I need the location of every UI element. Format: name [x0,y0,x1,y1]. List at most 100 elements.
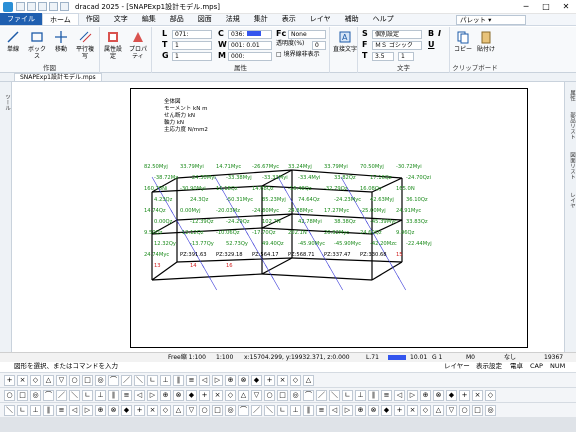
tool-icon[interactable]: ▽ [446,404,457,416]
tool-icon[interactable]: ＼ [134,374,145,386]
tool-icon[interactable]: × [17,374,28,386]
tab-law[interactable]: 法規 [219,13,247,25]
mark-field[interactable]: 000: [228,52,272,61]
status-width[interactable]: 10.01 [410,353,427,362]
tool-icon[interactable]: ⊕ [420,389,431,401]
left-panel-tab[interactable]: ツール [3,94,11,111]
underline-icon[interactable]: U [428,40,435,49]
tool-icon[interactable]: ◇ [225,389,236,401]
tab-help[interactable]: ヘルプ [366,13,401,25]
tool-icon[interactable]: ⌒ [238,404,249,416]
tool-icon[interactable]: ⊗ [173,389,184,401]
tool-icon[interactable]: ∥ [108,389,119,401]
tool-icon[interactable]: ∥ [173,374,184,386]
tab-layer[interactable]: レイヤ [303,13,338,25]
tool-icon[interactable]: ▷ [407,389,418,401]
tool-icon[interactable]: ⊗ [433,389,444,401]
tool-icon[interactable]: ⊥ [290,404,301,416]
tool-icon[interactable]: ⊗ [238,374,249,386]
tool-icon[interactable]: ◆ [381,404,392,416]
tab-file[interactable]: ファイル [0,13,42,25]
tool-icon[interactable]: ≡ [381,389,392,401]
undo-icon[interactable] [49,2,58,11]
color-field[interactable]: 036: [228,30,272,39]
status-group[interactable]: G 1 [432,353,442,362]
tool-icon[interactable]: ◎ [225,404,236,416]
tool-icon[interactable]: + [4,374,15,386]
boundary-checkbox[interactable]: □ 境界線非表示 [276,51,320,59]
tab-edit[interactable]: 編集 [135,13,163,25]
fill-field[interactable]: None [288,30,326,39]
tool-icon[interactable]: ∟ [147,374,158,386]
tool-icon[interactable]: □ [82,374,93,386]
tool-icon[interactable]: ＼ [329,389,340,401]
tool-icon[interactable]: ◁ [69,404,80,416]
bold-icon[interactable]: B [428,29,434,38]
tab-view[interactable]: 表示 [275,13,303,25]
tool-icon[interactable]: ◇ [485,389,496,401]
tool-icon[interactable]: △ [173,404,184,416]
tab-draw[interactable]: 作図 [79,13,107,25]
tool-icon[interactable]: ◆ [121,404,132,416]
save-icon[interactable] [38,2,47,11]
tab-assist[interactable]: 補助 [338,13,366,25]
new-icon[interactable] [16,2,25,11]
property-button[interactable]: プロパティ [127,30,149,60]
tool-icon[interactable]: ≡ [316,404,327,416]
frame-member[interactable] [176,257,293,263]
tool-icon[interactable]: ∥ [303,404,314,416]
tool-icon[interactable]: ⊥ [355,389,366,401]
box-button[interactable]: ボックス [26,30,48,60]
width-field[interactable]: 001: 0.01 [228,41,272,50]
tool-icon[interactable]: ○ [459,404,470,416]
tool-icon[interactable]: ⊥ [160,374,171,386]
tool-icon[interactable]: ○ [264,389,275,401]
redo-icon[interactable] [60,2,69,11]
status-line[interactable]: L.71 [366,353,379,362]
tool-icon[interactable]: × [277,374,288,386]
tool-icon[interactable]: ◎ [485,404,496,416]
attr-setting-button[interactable]: 属性設定 [102,30,124,60]
tool-icon[interactable]: ◆ [446,389,457,401]
tool-icon[interactable]: △ [303,374,314,386]
text-style-field[interactable]: 個別設定 [372,30,422,39]
tool-icon[interactable]: □ [472,404,483,416]
tool-icon[interactable]: ⌒ [43,389,54,401]
paste-button[interactable]: 貼付け [475,30,497,53]
italic-icon[interactable]: I [438,29,441,38]
msg-display-setting[interactable]: 表示設定 [476,362,502,371]
tool-icon[interactable]: ◁ [134,389,145,401]
copy-button[interactable]: コピー [452,30,474,53]
tool-icon[interactable]: + [459,389,470,401]
linetype-field[interactable]: 1 [172,41,212,50]
tab-summary[interactable]: 集計 [247,13,275,25]
direct-text-button[interactable]: A 直接文字 [332,30,358,53]
tool-icon[interactable]: ⌒ [108,374,119,386]
tool-icon[interactable]: ◎ [30,389,41,401]
tool-icon[interactable]: + [394,404,405,416]
tool-icon[interactable]: ▽ [56,374,67,386]
tool-icon[interactable]: ∟ [342,389,353,401]
transparency-field[interactable]: 0 [312,41,326,50]
tool-icon[interactable]: ⊥ [30,404,41,416]
tool-icon[interactable]: ⌒ [303,389,314,401]
frame-member[interactable] [261,257,293,275]
tool-icon[interactable]: ∟ [17,404,28,416]
tool-icon[interactable]: ／ [316,389,327,401]
tool-icon[interactable]: ◆ [251,374,262,386]
tool-icon[interactable]: ▷ [342,404,353,416]
msg-layer[interactable]: レイヤー [444,362,470,371]
tool-icon[interactable]: + [199,389,210,401]
maximize-icon[interactable]: □ [536,0,556,14]
frame-member[interactable] [261,227,373,235]
text-size-field[interactable]: 3.5 [372,52,394,61]
tool-icon[interactable]: △ [433,404,444,416]
tool-icon[interactable]: × [407,404,418,416]
tool-icon[interactable]: ≡ [121,389,132,401]
font-field[interactable]: ＭＳ ゴシック [372,41,422,50]
tool-icon[interactable]: ⊗ [108,404,119,416]
frame-member[interactable] [261,185,373,193]
tool-icon[interactable]: ◎ [95,374,106,386]
parallel-copy-button[interactable]: 平行複写 [74,30,96,60]
frame-member[interactable] [151,227,263,235]
